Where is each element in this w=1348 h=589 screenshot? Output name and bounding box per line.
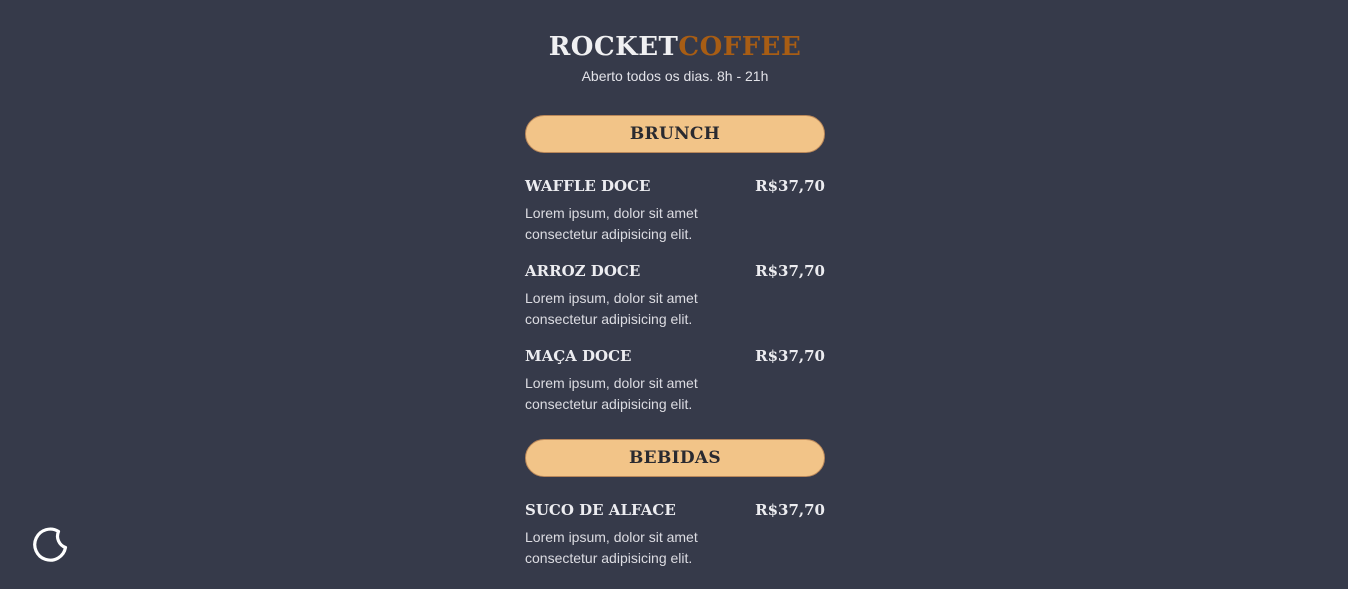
menu-item: ARROZ DOCE R$37,70 Lorem ipsum, dolor si… bbox=[525, 261, 825, 331]
item-description: Lorem ipsum, dolor sit amet consectetur … bbox=[525, 290, 698, 327]
item-name: WAFFLE DOCE bbox=[525, 177, 651, 195]
opening-hours: Aberto todos os dias. 8h - 21h bbox=[581, 68, 769, 84]
theme-toggle-button[interactable] bbox=[28, 523, 72, 567]
brand-logo: ROCKETCOFFEE bbox=[525, 30, 825, 64]
item-price: R$37,70 bbox=[755, 347, 825, 365]
section-button-bebidas[interactable]: BEBIDAS bbox=[525, 439, 825, 477]
brand-name-primary: ROCKET bbox=[548, 32, 679, 62]
item-name: SUCO DE ALFACE bbox=[525, 501, 676, 519]
item-price: R$37,70 bbox=[755, 177, 825, 195]
item-name: MAÇA DOCE bbox=[525, 347, 632, 365]
moon-icon bbox=[33, 527, 68, 562]
item-price: R$37,70 bbox=[755, 262, 825, 280]
item-description: Lorem ipsum, dolor sit amet consectetur … bbox=[525, 375, 698, 412]
item-name: ARROZ DOCE bbox=[525, 262, 641, 280]
item-description: Lorem ipsum, dolor sit amet consectetur … bbox=[525, 205, 698, 242]
menu-item: WAFFLE DOCE R$37,70 Lorem ipsum, dolor s… bbox=[525, 176, 825, 246]
menu-item: MAÇA DOCE R$37,70 Lorem ipsum, dolor sit… bbox=[525, 346, 825, 416]
item-description: Lorem ipsum, dolor sit amet consectetur … bbox=[525, 529, 698, 566]
section-button-brunch[interactable]: BRUNCH bbox=[525, 115, 825, 153]
menu-item: SUCO DE ALFACE R$37,70 Lorem ipsum, dolo… bbox=[525, 500, 825, 570]
brand-name-accent: COFFEE bbox=[678, 32, 802, 62]
item-price: R$37,70 bbox=[755, 501, 825, 519]
